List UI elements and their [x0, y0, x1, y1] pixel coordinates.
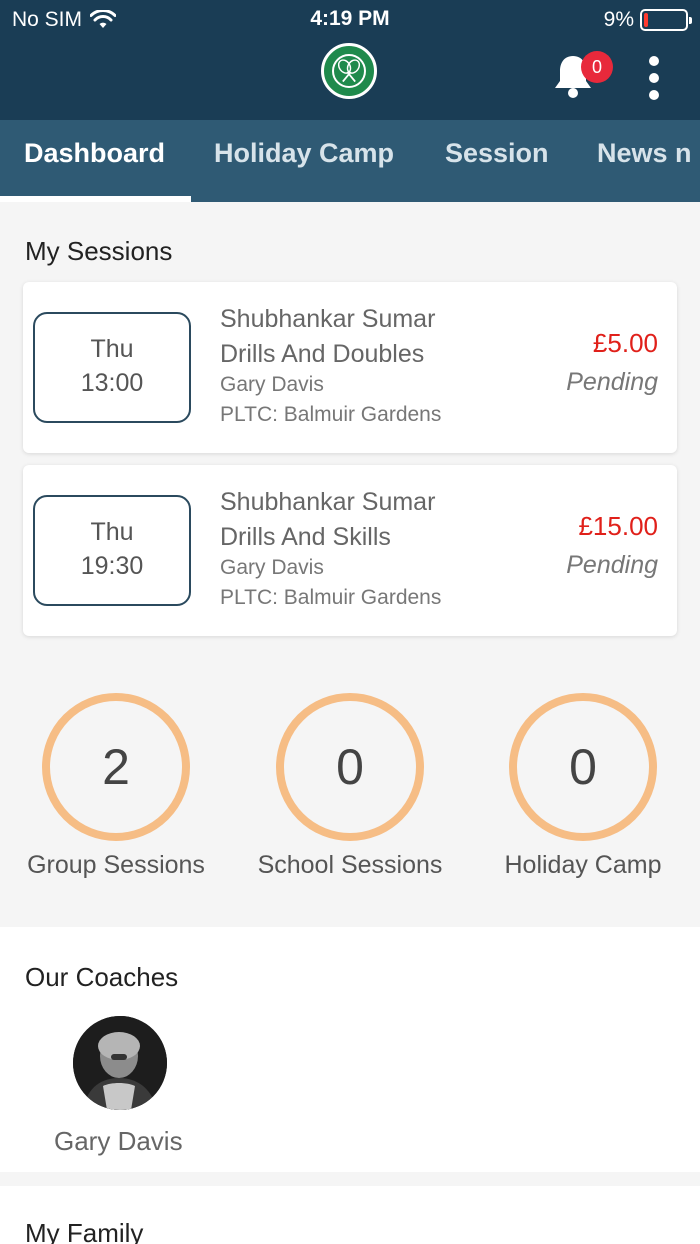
tennis-rackets-icon: [337, 59, 361, 83]
stat-school-sessions[interactable]: 0 School Sessions: [240, 693, 460, 880]
session-player-name: Shubhankar Sumar: [220, 488, 436, 516]
club-logo-icon[interactable]: [321, 43, 377, 99]
session-name: Drills And Doubles: [220, 340, 425, 368]
session-coach: Gary Davis: [220, 373, 324, 396]
tab-news[interactable]: News n: [597, 138, 692, 169]
stat-group-sessions[interactable]: 2 Group Sessions: [6, 693, 226, 880]
session-time: 19:30: [80, 552, 144, 580]
session-datetime-box: Thu 19:30: [33, 495, 191, 606]
session-name: Drills And Skills: [220, 523, 391, 551]
coach-avatar[interactable]: [73, 1016, 167, 1110]
family-panel: My Family: [0, 1186, 700, 1244]
battery-fill: [644, 13, 648, 27]
session-status: Pending: [566, 551, 658, 579]
session-price: £5.00: [592, 328, 658, 358]
tab-session[interactable]: Session: [445, 138, 549, 169]
battery-percent: 9%: [603, 8, 634, 31]
logo-ring: [332, 54, 366, 88]
session-time: 13:00: [80, 369, 144, 397]
our-coaches-title: Our Coaches: [25, 962, 179, 992]
more-vertical-icon-dot: [649, 73, 659, 83]
my-sessions-title: My Sessions: [25, 236, 173, 266]
session-card[interactable]: Thu 13:00 Shubhankar Sumar Drills And Do…: [23, 282, 677, 453]
session-status: Pending: [566, 368, 658, 396]
app-header: No SIM 4:19 PM 9% 0: [0, 0, 700, 120]
session-venue: PLTC: Balmuir Gardens: [220, 586, 442, 609]
session-coach: Gary Davis: [220, 556, 324, 579]
app-screen: No SIM 4:19 PM 9% 0 Dashboard Holiday Ca…: [0, 0, 700, 1244]
session-card[interactable]: Thu 19:30 Shubhankar Sumar Drills And Sk…: [23, 465, 677, 636]
status-bar: No SIM 4:19 PM 9%: [0, 0, 700, 40]
stat-label: Holiday Camp: [504, 851, 662, 879]
notification-badge: 0: [581, 51, 613, 83]
stat-ring: 0: [276, 693, 424, 841]
session-price: £15.00: [578, 511, 658, 541]
session-venue: PLTC: Balmuir Gardens: [220, 403, 442, 426]
more-menu-button[interactable]: [640, 56, 668, 100]
stat-ring: 0: [509, 693, 657, 841]
tab-dashboard[interactable]: Dashboard: [24, 138, 165, 169]
more-vertical-icon-dot: [649, 56, 659, 66]
my-family-title: My Family: [25, 1218, 144, 1244]
session-datetime-box: Thu 13:00: [33, 312, 191, 423]
session-day: Thu: [90, 335, 134, 363]
more-vertical-icon-dot: [649, 90, 659, 100]
session-day: Thu: [90, 518, 134, 546]
stat-holiday-camp[interactable]: 0 Holiday Camp: [473, 693, 693, 880]
stat-ring: 2: [42, 693, 190, 841]
status-time: 4:19 PM: [310, 7, 390, 30]
session-title: Shubhankar Sumar Drills And Skills: [220, 485, 435, 555]
stat-label: School Sessions: [257, 851, 443, 879]
tab-holiday-camp[interactable]: Holiday Camp: [214, 138, 394, 169]
session-player-name: Shubhankar Sumar: [220, 305, 436, 333]
coach-name: Gary Davis: [54, 1126, 183, 1156]
active-tab-indicator: [0, 196, 191, 202]
status-right: 9%: [603, 8, 692, 32]
battery-icon: [640, 9, 692, 31]
stat-label: Group Sessions: [27, 851, 205, 879]
session-title: Shubhankar Sumar Drills And Doubles: [220, 302, 435, 372]
tab-bar: Dashboard Holiday Camp Session News n: [0, 120, 700, 202]
coach-photo-icon: [73, 1016, 167, 1110]
